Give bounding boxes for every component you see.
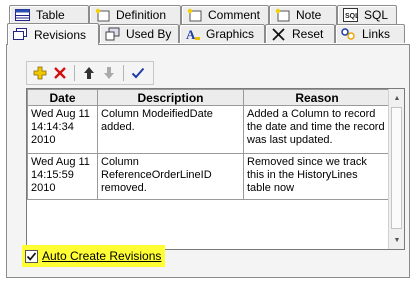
graphics-icon: A — [184, 27, 200, 41]
column-header-date[interactable]: Date — [27, 89, 98, 106]
auto-create-revisions[interactable]: Auto Create Revisions — [22, 245, 166, 267]
svg-text:SQL: SQL — [345, 13, 358, 20]
used-by-icon — [104, 27, 120, 41]
tab-revisions-label: Revisions — [34, 27, 87, 42]
cell-reason[interactable]: Added a Column to record the date and ti… — [243, 105, 391, 154]
table-row[interactable]: Wed Aug 11 14:15:59 2010 Column Referenc… — [27, 153, 391, 200]
tab-used-by[interactable]: Used By — [99, 24, 179, 43]
check-icon[interactable] — [129, 64, 147, 82]
move-up-icon[interactable] — [80, 64, 98, 82]
tab-graphics[interactable]: A Graphics — [179, 24, 265, 43]
table-row[interactable]: Wed Aug 11 14:14:34 2010 Column Modeifie… — [27, 105, 391, 154]
delete-icon[interactable] — [51, 64, 69, 82]
column-header-reason[interactable]: Reason — [243, 89, 391, 106]
tab-comment-label: Comment — [208, 8, 261, 22]
revisions-panel: Date Description Reason Wed Aug 11 14:14… — [6, 44, 410, 278]
tab-definition-label: Definition — [116, 8, 167, 22]
close-icon — [270, 27, 286, 41]
revisions-grid: Date Description Reason Wed Aug 11 14:14… — [26, 88, 405, 250]
tab-sql-label: SQL — [364, 8, 389, 22]
cell-date[interactable]: Wed Aug 11 14:15:59 2010 — [27, 153, 98, 200]
tab-table-label: Table — [36, 8, 65, 22]
table-header-row: Date Description Reason — [27, 89, 391, 106]
toolbar-separator-2 — [123, 65, 124, 81]
auto-create-checkbox[interactable] — [25, 249, 38, 263]
scroll-thumb[interactable] — [391, 107, 402, 229]
revisions-toolbar — [26, 61, 154, 85]
revisions-table: Date Description Reason Wed Aug 11 14:14… — [27, 89, 391, 200]
cell-description[interactable]: Column ReferenceOrderLineID removed. — [97, 153, 244, 200]
toolbar-separator — [74, 65, 75, 81]
tab-comment[interactable]: Comment — [181, 5, 269, 24]
tab-graphics-label: Graphics — [206, 27, 255, 41]
scroll-up-icon[interactable]: ▲ — [389, 90, 404, 106]
comment-icon — [186, 8, 202, 22]
revisions-icon — [12, 28, 28, 42]
tab-used-by-label: Used By — [126, 27, 172, 41]
sql-icon: SQL — [342, 8, 358, 22]
scroll-down-icon[interactable]: ▼ — [389, 232, 404, 248]
definition-icon — [94, 8, 110, 22]
tab-reset[interactable]: Reset — [265, 24, 335, 43]
cell-date[interactable]: Wed Aug 11 14:14:34 2010 — [27, 105, 98, 154]
svg-text:A: A — [186, 27, 196, 41]
tab-sql[interactable]: SQL SQL — [337, 5, 397, 24]
tab-row-top: Table Definition Comment Note SQL SQL — [9, 5, 397, 25]
tab-links[interactable]: Links — [335, 24, 405, 43]
tab-reset-label: Reset — [292, 27, 324, 41]
tab-note-label: Note — [296, 8, 322, 22]
note-icon — [274, 8, 290, 22]
cell-reason[interactable]: Removed since we track this in the Histo… — [243, 153, 391, 200]
vertical-scrollbar[interactable]: ▲ ▼ — [388, 89, 404, 249]
column-header-description[interactable]: Description — [97, 89, 244, 106]
cell-description[interactable]: Column ModeifiedDate added. — [97, 105, 244, 154]
move-down-icon[interactable] — [100, 64, 118, 82]
links-icon — [340, 27, 356, 41]
auto-create-label[interactable]: Auto Create Revisions — [42, 249, 161, 263]
tab-note[interactable]: Note — [269, 5, 337, 24]
tab-definition[interactable]: Definition — [89, 5, 181, 24]
tab-revisions[interactable]: Revisions — [7, 23, 99, 45]
tab-table[interactable]: Table — [9, 5, 89, 24]
tab-links-label: Links — [362, 27, 391, 41]
tab-row-bottom: Revisions Used By A Graphics Reset Links — [7, 23, 405, 45]
add-icon[interactable] — [31, 64, 49, 82]
table-icon — [14, 8, 30, 22]
